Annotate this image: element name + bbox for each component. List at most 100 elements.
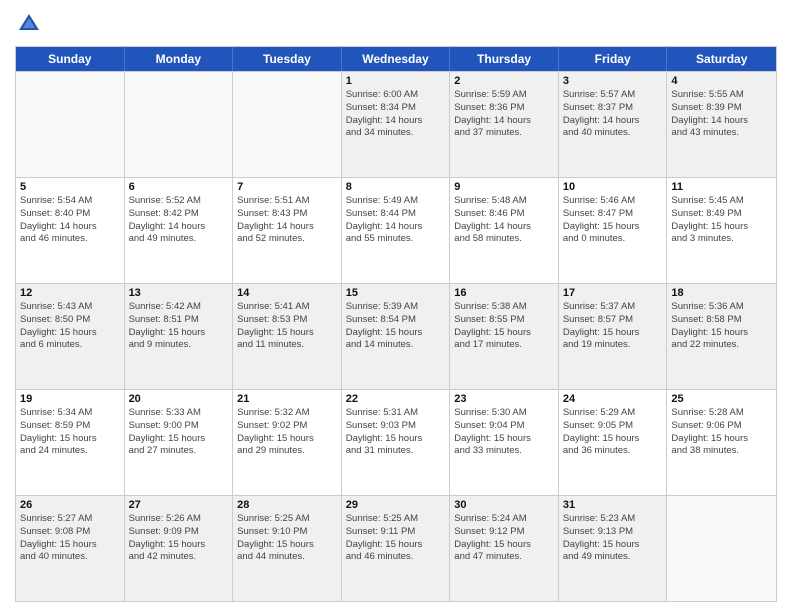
calendar: SundayMondayTuesdayWednesdayThursdayFrid…: [15, 46, 777, 602]
cal-cell-6: 6 Sunrise: 5:52 AM Sunset: 8:42 PM Daylig…: [125, 178, 234, 283]
day-number: 15: [346, 287, 446, 299]
cell-info: Sunrise: 5:26 AM Sunset: 9:09 PM Dayligh…: [129, 513, 229, 564]
day-number: 16: [454, 287, 554, 299]
cal-cell-9: 9Sunrise: 5:48 AM Sunset: 8:46 PM Daylig…: [450, 178, 559, 283]
cal-cell-empty: [16, 72, 125, 177]
day-number: 19: [20, 393, 120, 405]
logo: [15, 10, 47, 38]
cal-cell-28: 28 Sunrise: 5:25 AM Sunset: 9:10 PM Dayli…: [233, 496, 342, 601]
cell-info: Sunrise: 5:51 AM Sunset: 8:43 PM Dayligh…: [237, 195, 337, 246]
day-number: 23: [454, 393, 554, 405]
cell-info: Sunrise: 5:30 AM Sunset: 9:04 PM Dayligh…: [454, 407, 554, 458]
day-number: 26: [20, 499, 120, 511]
cell-info: Sunrise: 5:48 AM Sunset: 8:46 PM Dayligh…: [454, 195, 554, 246]
cal-cell-empty: [233, 72, 342, 177]
day-number: 12: [20, 287, 120, 299]
day-number: 29: [346, 499, 446, 511]
day-number: 7: [237, 181, 337, 193]
calendar-week-3: 12 Sunrise: 5:43 AM Sunset: 8:50 PM Dayli…: [16, 283, 776, 389]
cal-cell-5: 5 Sunrise: 5:54 AM Sunset: 8:40 PM Daylig…: [16, 178, 125, 283]
day-number: 4: [671, 75, 772, 87]
cell-info: Sunrise: 5:39 AM Sunset: 8:54 PM Dayligh…: [346, 301, 446, 352]
logo-icon: [15, 10, 43, 38]
day-number: 30: [454, 499, 554, 511]
calendar-header: SundayMondayTuesdayWednesdayThursdayFrid…: [16, 47, 776, 71]
cell-info: Sunrise: 5:28 AM Sunset: 9:06 PM Dayligh…: [671, 407, 772, 458]
cell-info: Sunrise: 5:41 AM Sunset: 8:53 PM Dayligh…: [237, 301, 337, 352]
calendar-week-5: 26 Sunrise: 5:27 AM Sunset: 9:08 PM Dayli…: [16, 495, 776, 601]
cell-info: Sunrise: 5:34 AM Sunset: 8:59 PM Dayligh…: [20, 407, 120, 458]
day-number: 28: [237, 499, 337, 511]
calendar-week-2: 5 Sunrise: 5:54 AM Sunset: 8:40 PM Daylig…: [16, 177, 776, 283]
cal-cell-23: 23 Sunrise: 5:30 AM Sunset: 9:04 PM Dayli…: [450, 390, 559, 495]
cell-info: Sunrise: 5:31 AM Sunset: 9:03 PM Dayligh…: [346, 407, 446, 458]
cal-cell-15: 15 Sunrise: 5:39 AM Sunset: 8:54 PM Dayli…: [342, 284, 451, 389]
cell-info: Sunrise: 5:25 AM Sunset: 9:10 PM Dayligh…: [237, 513, 337, 564]
cell-info: Sunrise: 5:46 AM Sunset: 8:47 PM Dayligh…: [563, 195, 663, 246]
cal-cell-26: 26 Sunrise: 5:27 AM Sunset: 9:08 PM Dayli…: [16, 496, 125, 601]
cal-cell-18: 18 Sunrise: 5:36 AM Sunset: 8:58 PM Dayli…: [667, 284, 776, 389]
cal-cell-2: 2 Sunrise: 5:59 AM Sunset: 8:36 PM Daylig…: [450, 72, 559, 177]
cell-info: Sunrise: 5:36 AM Sunset: 8:58 PM Dayligh…: [671, 301, 772, 352]
cal-cell-22: 22 Sunrise: 5:31 AM Sunset: 9:03 PM Dayli…: [342, 390, 451, 495]
day-number: 21: [237, 393, 337, 405]
header: [15, 10, 777, 38]
cell-info: Sunrise: 5:32 AM Sunset: 9:02 PM Dayligh…: [237, 407, 337, 458]
cell-info: Sunrise: 5:37 AM Sunset: 8:57 PM Dayligh…: [563, 301, 663, 352]
calendar-week-1: 1Sunrise: 6:00 AM Sunset: 8:34 PM Daylig…: [16, 71, 776, 177]
day-number: 17: [563, 287, 663, 299]
cell-info: Sunrise: 5:52 AM Sunset: 8:42 PM Dayligh…: [129, 195, 229, 246]
day-number: 18: [671, 287, 772, 299]
cell-info: Sunrise: 5:38 AM Sunset: 8:55 PM Dayligh…: [454, 301, 554, 352]
day-number: 5: [20, 181, 120, 193]
cell-info: Sunrise: 6:00 AM Sunset: 8:34 PM Dayligh…: [346, 89, 446, 140]
cal-cell-10: 10 Sunrise: 5:46 AM Sunset: 8:47 PM Dayli…: [559, 178, 668, 283]
page: SundayMondayTuesdayWednesdayThursdayFrid…: [0, 0, 792, 612]
day-number: 8: [346, 181, 446, 193]
day-number: 10: [563, 181, 663, 193]
cal-cell-3: 3 Sunrise: 5:57 AM Sunset: 8:37 PM Daylig…: [559, 72, 668, 177]
cal-cell-19: 19 Sunrise: 5:34 AM Sunset: 8:59 PM Dayli…: [16, 390, 125, 495]
cal-cell-17: 17 Sunrise: 5:37 AM Sunset: 8:57 PM Dayli…: [559, 284, 668, 389]
cal-cell-24: 24Sunrise: 5:29 AM Sunset: 9:05 PM Dayli…: [559, 390, 668, 495]
day-number: 25: [671, 393, 772, 405]
cal-cell-21: 21 Sunrise: 5:32 AM Sunset: 9:02 PM Dayli…: [233, 390, 342, 495]
cell-info: Sunrise: 5:27 AM Sunset: 9:08 PM Dayligh…: [20, 513, 120, 564]
calendar-body: 1Sunrise: 6:00 AM Sunset: 8:34 PM Daylig…: [16, 71, 776, 601]
cell-info: Sunrise: 5:24 AM Sunset: 9:12 PM Dayligh…: [454, 513, 554, 564]
cal-cell-20: 20 Sunrise: 5:33 AM Sunset: 9:00 PM Dayli…: [125, 390, 234, 495]
cal-cell-13: 13Sunrise: 5:42 AM Sunset: 8:51 PM Dayli…: [125, 284, 234, 389]
day-number: 3: [563, 75, 663, 87]
cal-cell-16: 16 Sunrise: 5:38 AM Sunset: 8:55 PM Dayli…: [450, 284, 559, 389]
cal-cell-empty: [667, 496, 776, 601]
cell-info: Sunrise: 5:59 AM Sunset: 8:36 PM Dayligh…: [454, 89, 554, 140]
calendar-week-4: 19 Sunrise: 5:34 AM Sunset: 8:59 PM Dayli…: [16, 389, 776, 495]
day-header-saturday: Saturday: [667, 47, 776, 71]
cal-cell-4: 4Sunrise: 5:55 AM Sunset: 8:39 PM Daylig…: [667, 72, 776, 177]
day-number: 24: [563, 393, 663, 405]
day-number: 6: [129, 181, 229, 193]
day-number: 13: [129, 287, 229, 299]
cal-cell-8: 8 Sunrise: 5:49 AM Sunset: 8:44 PM Daylig…: [342, 178, 451, 283]
cal-cell-12: 12 Sunrise: 5:43 AM Sunset: 8:50 PM Dayli…: [16, 284, 125, 389]
day-number: 22: [346, 393, 446, 405]
day-number: 31: [563, 499, 663, 511]
day-number: 14: [237, 287, 337, 299]
cell-info: Sunrise: 5:33 AM Sunset: 9:00 PM Dayligh…: [129, 407, 229, 458]
cal-cell-14: 14 Sunrise: 5:41 AM Sunset: 8:53 PM Dayli…: [233, 284, 342, 389]
cell-info: Sunrise: 5:54 AM Sunset: 8:40 PM Dayligh…: [20, 195, 120, 246]
cal-cell-11: 11Sunrise: 5:45 AM Sunset: 8:49 PM Dayli…: [667, 178, 776, 283]
day-number: 20: [129, 393, 229, 405]
day-header-wednesday: Wednesday: [342, 47, 451, 71]
cal-cell-7: 7 Sunrise: 5:51 AM Sunset: 8:43 PM Daylig…: [233, 178, 342, 283]
cell-info: Sunrise: 5:57 AM Sunset: 8:37 PM Dayligh…: [563, 89, 663, 140]
cell-info: Sunrise: 5:43 AM Sunset: 8:50 PM Dayligh…: [20, 301, 120, 352]
cell-info: Sunrise: 5:45 AM Sunset: 8:49 PM Dayligh…: [671, 195, 772, 246]
cal-cell-31: 31Sunrise: 5:23 AM Sunset: 9:13 PM Dayli…: [559, 496, 668, 601]
day-number: 2: [454, 75, 554, 87]
cal-cell-1: 1Sunrise: 6:00 AM Sunset: 8:34 PM Daylig…: [342, 72, 451, 177]
cal-cell-29: 29 Sunrise: 5:25 AM Sunset: 9:11 PM Dayli…: [342, 496, 451, 601]
cell-info: Sunrise: 5:49 AM Sunset: 8:44 PM Dayligh…: [346, 195, 446, 246]
day-header-thursday: Thursday: [450, 47, 559, 71]
cell-info: Sunrise: 5:25 AM Sunset: 9:11 PM Dayligh…: [346, 513, 446, 564]
